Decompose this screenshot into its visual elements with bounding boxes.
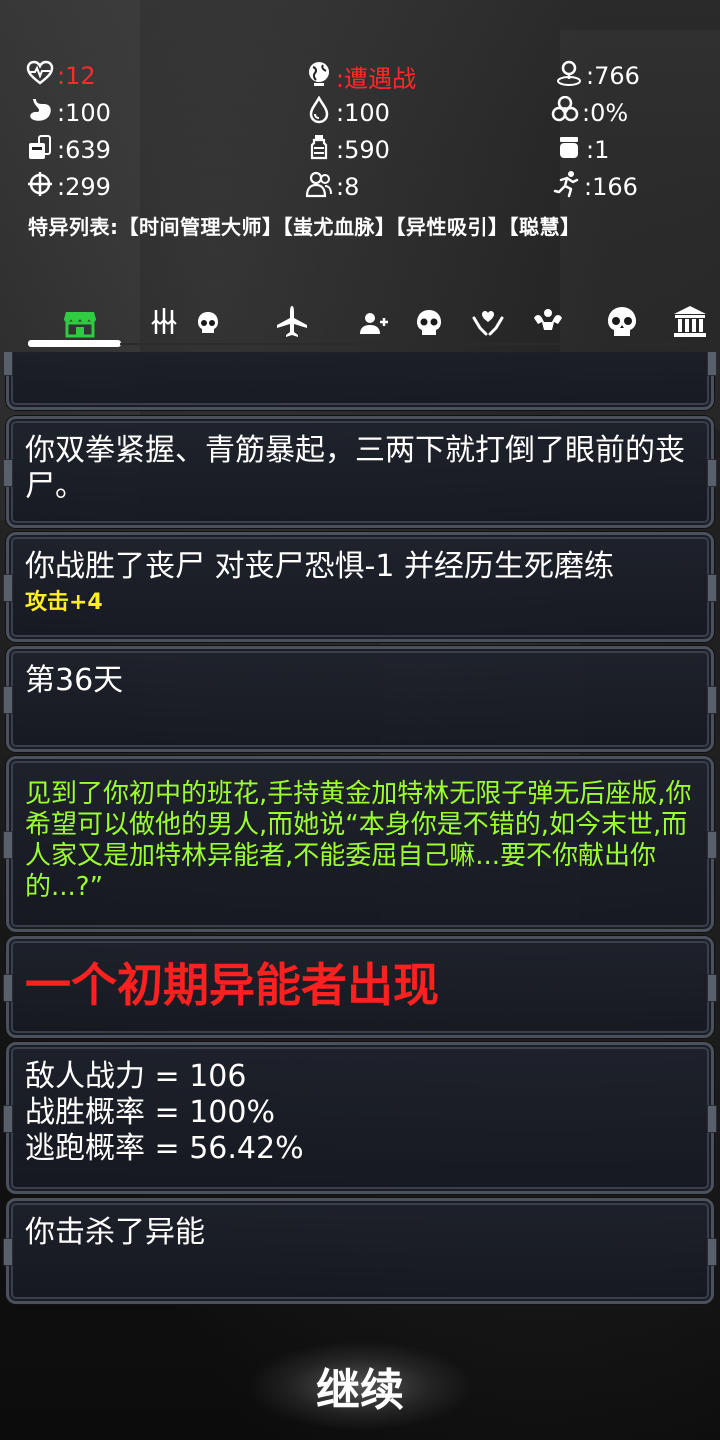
skull-icon (411, 304, 447, 344)
crosshair-icon (26, 170, 57, 204)
tab-boss[interactable] (598, 302, 646, 346)
drink-stat: :590 (305, 133, 390, 167)
speed-stat: :166 (553, 170, 638, 204)
log-card-clipped (3, 352, 717, 410)
globe-icon (305, 59, 336, 93)
tab-skull-small[interactable] (184, 302, 232, 346)
hunger-value: :100 (57, 99, 111, 127)
skull-large-icon (604, 304, 640, 344)
event-log[interactable]: 你双拳紧握、青筋暴起，三两下就打倒了眼前的丧尸。 你战胜了丧尸 对丧尸恐惧-1 … (0, 352, 720, 1310)
biohazard-icon (551, 95, 582, 130)
runner-icon (553, 170, 584, 204)
log-card: 你战胜了丧尸 对丧尸恐惧-1 并经历生死磨练 攻击+4 (3, 532, 717, 642)
jar-icon (555, 133, 586, 167)
muscle-icon (530, 304, 566, 344)
escape-probability: 逃跑概率 = 56.42% (25, 1131, 304, 1166)
tab-zombies[interactable] (405, 302, 453, 346)
bank-icon (672, 304, 708, 344)
weapons-icon (146, 304, 182, 344)
enemy-power: 敌人战力 = 106 (25, 1059, 247, 1094)
canned-food-icon (26, 133, 57, 167)
skull-small-icon (190, 304, 226, 344)
log-text: 你战胜了丧尸 对丧尸恐惧-1 并经历生死磨练 (25, 549, 614, 584)
tab-weapons[interactable] (140, 302, 188, 346)
heartbeat-icon (26, 59, 57, 93)
water-value: :100 (336, 99, 390, 127)
shop-icon (62, 304, 98, 344)
log-card: 你击杀了异能 (3, 1198, 717, 1304)
continue-button[interactable]: 继续 (250, 1342, 470, 1430)
speed-value: :166 (584, 173, 638, 201)
people-icon (305, 170, 336, 204)
log-card: 一个初期异能者出现 (3, 936, 717, 1038)
log-card: 见到了你初中的班花,手持黄金加特林无限子弹无后座版,你希望可以做他的男人,而她说… (3, 756, 717, 932)
attack-stat: :299 (26, 170, 111, 204)
alert-text: 一个初期异能者出现 (25, 958, 439, 1012)
day-counter: 第36天 (25, 663, 124, 698)
tab-recruit[interactable] (350, 302, 398, 346)
heart-hands-icon (470, 304, 506, 344)
encounter-stat: :遭遇战 (305, 59, 416, 93)
medkit-value: :1 (586, 136, 610, 164)
map-pin-icon (555, 59, 586, 93)
health-value: :12 (57, 62, 96, 90)
team-stat: :8 (305, 170, 359, 204)
add-person-icon (356, 304, 392, 344)
tab-bar-divider (120, 343, 692, 345)
log-bonus-text: 攻击+4 (25, 590, 103, 615)
hunger-stat: :100 (26, 96, 111, 130)
medkit-stat: :1 (555, 133, 609, 167)
log-text: 你击杀了异能 (25, 1215, 205, 1250)
encounter-value: :遭遇战 (336, 64, 417, 93)
bottle-icon (305, 133, 336, 167)
tab-bank[interactable] (666, 302, 714, 346)
water-stat: :100 (305, 95, 390, 130)
team-value: :8 (336, 173, 360, 201)
attack-value: :299 (57, 173, 111, 201)
win-probability: 战胜概率 = 100% (25, 1095, 275, 1130)
log-text: 你双拳紧握、青筋暴起，三两下就打倒了眼前的丧尸。 (25, 433, 685, 504)
tab-heal[interactable] (464, 302, 512, 346)
airplane-icon (274, 304, 310, 344)
drink-value: :590 (336, 136, 390, 164)
tab-training[interactable] (524, 302, 572, 346)
log-card: 第36天 (3, 646, 717, 752)
tab-travel[interactable] (268, 302, 316, 346)
water-drop-icon (305, 95, 336, 130)
story-text: 见到了你初中的班花,手持黄金加特林无限子弹无后座版,你希望可以做他的男人,而她说… (25, 779, 692, 902)
infection-stat: :0% (551, 95, 629, 130)
health-stat: :12 (26, 59, 96, 93)
location-value: :766 (586, 62, 640, 90)
food-value: :639 (57, 136, 111, 164)
battle-stats-card: 敌人战力 = 106 战胜概率 = 100% 逃跑概率 = 56.42% (3, 1042, 717, 1194)
location-stat: :766 (555, 59, 640, 93)
food-stat: :639 (26, 133, 111, 167)
traits-list: 特异列表:【时间管理大师】【蚩尤血脉】【异性吸引】【聪慧】 (28, 215, 581, 239)
active-tab-indicator (28, 340, 121, 347)
stomach-icon (26, 96, 57, 130)
category-tab-bar (0, 296, 720, 352)
infection-value: :0% (582, 99, 629, 127)
log-card: 你双拳紧握、青筋暴起，三两下就打倒了眼前的丧尸。 (3, 416, 717, 528)
